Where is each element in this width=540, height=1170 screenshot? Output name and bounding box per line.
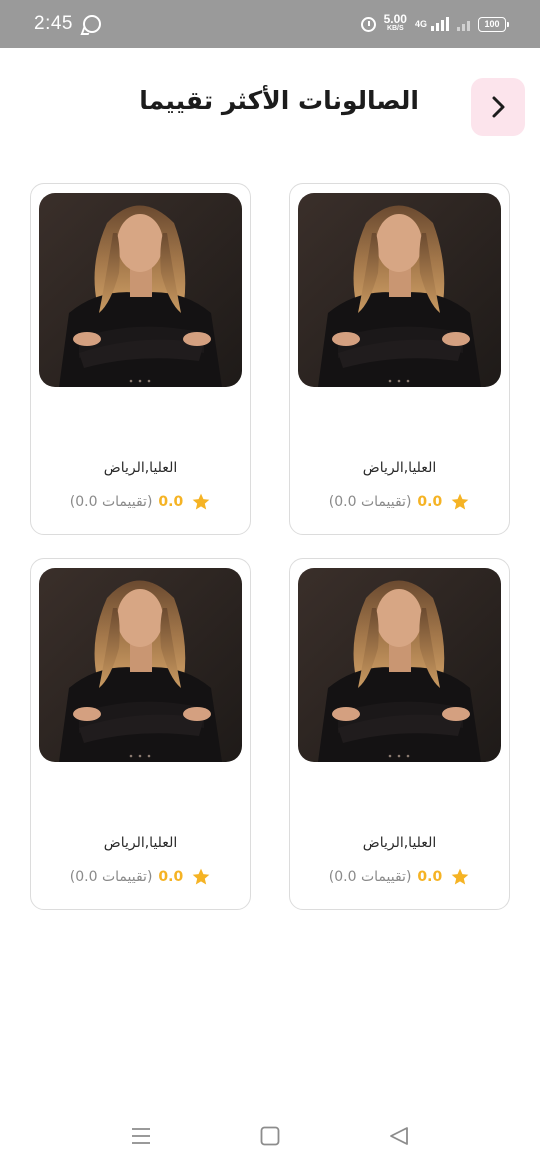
salon-image [39,568,242,762]
rating-count: (0.0 تقييمات) [328,494,412,510]
network-speed-value: 5.00 [383,12,407,26]
star-icon [451,868,469,885]
rating-row: (0.0 تقييمات) 0.0 [31,867,250,887]
salon-card[interactable]: العليا,الرياض (0.0 تقييمات) 0.0 [30,558,251,910]
page-title: الصالونات الأكثر تقييما [139,86,419,115]
salon-image [298,568,501,762]
rating-value: 0.0 [417,869,443,885]
battery-icon: 100 [478,16,509,32]
rating-count: (0.0 تقييمات) [69,869,153,885]
salon-location: العليا,الرياض [103,460,178,476]
status-left: 2:45 [34,13,101,35]
salon-image [39,193,242,387]
salon-location: العليا,الرياض [103,835,178,851]
rating-row: (0.0 تقييمات) 0.0 [290,492,509,512]
star-icon [192,493,210,510]
status-right: 5.00 KB/S 4G 100 [360,12,509,33]
rating-value: 0.0 [158,869,184,885]
star-icon [451,493,469,510]
salon-location: العليا,الرياض [362,835,437,851]
salon-card[interactable]: العليا,الرياض (0.0 تقييمات) 0.0 [289,558,510,910]
status-time: 2:45 [34,13,73,34]
salon-location: العليا,الرياض [362,460,437,476]
salon-image [298,193,501,387]
rating-row: (0.0 تقييمات) 0.0 [31,492,250,512]
network-speed: 5.00 KB/S [383,12,407,33]
back-triangle-icon[interactable] [387,1124,411,1148]
rating-count: (0.0 تقييمات) [328,869,412,885]
system-nav-bar [0,1110,540,1170]
rating-value: 0.0 [158,494,184,510]
star-icon [192,868,210,885]
rating-row: (0.0 تقييمات) 0.0 [290,867,509,887]
chevron-right-icon [492,96,505,118]
salon-card[interactable]: العليا,الرياض (0.0 تقييمات) 0.0 [30,183,251,535]
signal-icon [431,17,449,31]
signal-secondary-icon [457,17,470,31]
battery-level: 100 [484,19,500,29]
rating-value: 0.0 [417,494,443,510]
home-square-icon[interactable] [258,1124,282,1148]
page-header: الصالونات الأكثر تقييما [0,48,540,168]
back-button[interactable] [471,78,525,136]
salon-card[interactable]: العليا,الرياض (0.0 تقييمات) 0.0 [289,183,510,535]
status-bar: 2:45 5.00 KB/S 4G 100 [0,0,540,48]
network-speed-unit: KB/S [386,25,404,32]
menu-icon[interactable] [129,1124,153,1148]
rating-count: (0.0 تقييمات) [69,494,153,510]
network-type: 4G [414,19,427,29]
whatsapp-icon [82,15,101,33]
alarm-icon [360,16,376,32]
